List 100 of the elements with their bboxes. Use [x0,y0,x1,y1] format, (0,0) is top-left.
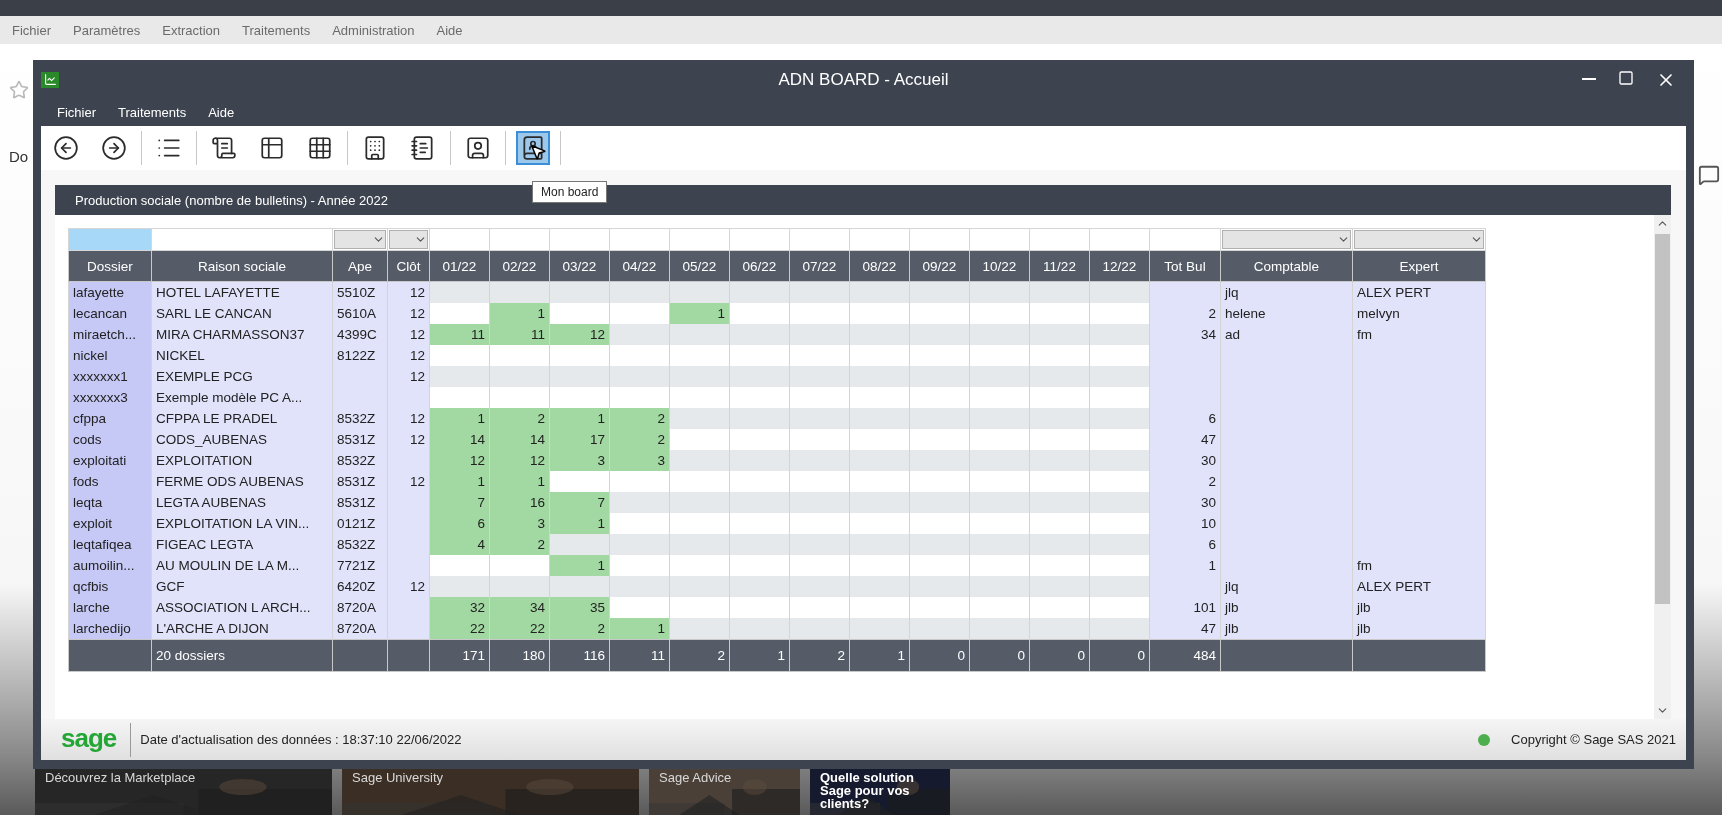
column-header[interactable]: 10/22 [969,250,1030,282]
filter-cell[interactable] [969,228,1030,251]
notebook-icon [410,135,436,161]
filter-cell[interactable] [1089,228,1150,251]
menu-item[interactable]: Paramètres [73,22,141,38]
table-cell [909,366,970,387]
filter-cell[interactable] [789,228,850,251]
table-cell: 12 [387,366,430,387]
circle-arrow-left-icon [53,135,79,161]
table-cell [1089,534,1150,555]
filter-dropdown[interactable] [1222,230,1351,249]
minimize-icon [1582,77,1596,80]
table-cell: fm [1352,555,1486,576]
table-cell [729,576,790,597]
building-icon [362,135,388,161]
table-cell [669,324,730,345]
filter-cell[interactable] [429,228,490,251]
column-header[interactable]: Dossier [68,250,152,282]
table-cell: jlb [1352,618,1486,640]
menu-item[interactable]: Extraction [162,22,221,38]
table-cell [789,618,850,640]
table-cell: larchedijo [68,618,152,640]
table-cell: 22 [489,618,550,640]
table-cell: 34 [489,597,550,618]
table-cell [789,555,850,576]
column-header[interactable]: Raison sociale [151,250,333,282]
table-cell [1029,450,1090,471]
column-header[interactable]: Tot Bul [1149,250,1221,282]
table-cell: 30 [1149,492,1221,513]
table-cell: 32 [429,597,490,618]
table-cell [849,555,910,576]
table-cell [1029,471,1090,492]
menu-item[interactable]: Traitements [118,105,187,120]
table-cell [1029,324,1090,345]
filter-cell[interactable] [849,228,910,251]
menu-item[interactable]: Aide [436,22,463,38]
filter-cell[interactable] [68,228,152,251]
menu-item[interactable]: Fichier [57,105,96,120]
column-header[interactable]: 01/22 [429,250,490,282]
contact-card-icon [465,135,491,161]
column-header[interactable]: Expert [1352,250,1486,282]
filter-cell[interactable] [549,228,610,251]
table-cell: fm [1352,324,1486,345]
table-cell [609,555,670,576]
table-cell [669,450,730,471]
column-header[interactable]: 03/22 [549,250,610,282]
maximize-icon [1618,69,1634,86]
column-header[interactable]: Comptable [1220,250,1353,282]
column-header[interactable]: Ape [332,250,388,282]
table-cell: 11 [489,324,550,345]
filter-cell[interactable] [1029,228,1090,251]
filter-dropdown[interactable] [389,230,428,249]
table-cell [909,597,970,618]
filter-dropdown[interactable] [1354,230,1484,249]
board-button[interactable] [516,131,550,165]
table-cell [789,303,850,324]
table-cell [849,597,910,618]
table-cell [1089,513,1150,534]
column-header[interactable]: 06/22 [729,250,790,282]
column-header[interactable]: 05/22 [669,250,730,282]
table-cell [669,576,730,597]
table-cell [669,429,730,450]
menu-item[interactable]: Administration [332,22,415,38]
chat-icon[interactable] [1698,164,1720,186]
table-cell [669,408,730,429]
filter-cell[interactable] [1149,228,1221,251]
menu-item[interactable]: Fichier [12,22,51,38]
column-header[interactable]: 12/22 [1089,250,1150,282]
table-cell [729,387,790,408]
scrollbar[interactable] [1654,215,1671,719]
column-header[interactable]: 04/22 [609,250,670,282]
table-cell [1089,303,1150,324]
menu-item[interactable]: Aide [208,105,235,120]
filter-dropdown[interactable] [334,230,386,249]
scroll-thumb[interactable] [1655,234,1670,604]
table-cell: Exemple modèle PC A... [151,387,333,408]
column-header[interactable]: 09/22 [909,250,970,282]
table-cell [909,408,970,429]
column-header[interactable]: 02/22 [489,250,550,282]
star-icon[interactable] [9,80,29,100]
table-cell: cods [68,429,152,450]
table-cell [729,429,790,450]
table-cell [969,618,1030,640]
column-header[interactable]: 11/22 [1029,250,1090,282]
table-cell [729,618,790,640]
filter-cell[interactable] [729,228,790,251]
column-header[interactable]: 07/22 [789,250,850,282]
table-cell: jlq [1220,576,1353,597]
column-header[interactable]: 08/22 [849,250,910,282]
filter-cell[interactable] [669,228,730,251]
table-cell [849,345,910,366]
table-cell: lecancan [68,303,152,324]
filter-cell[interactable] [609,228,670,251]
table-cell: 3 [549,450,610,471]
filter-cell[interactable] [489,228,550,251]
menu-item[interactable]: Traitements [242,22,311,38]
filter-cell[interactable] [909,228,970,251]
table-cell: AU MOULIN DE LA M... [151,555,333,576]
table-cell [909,387,970,408]
table-cell [549,366,610,387]
